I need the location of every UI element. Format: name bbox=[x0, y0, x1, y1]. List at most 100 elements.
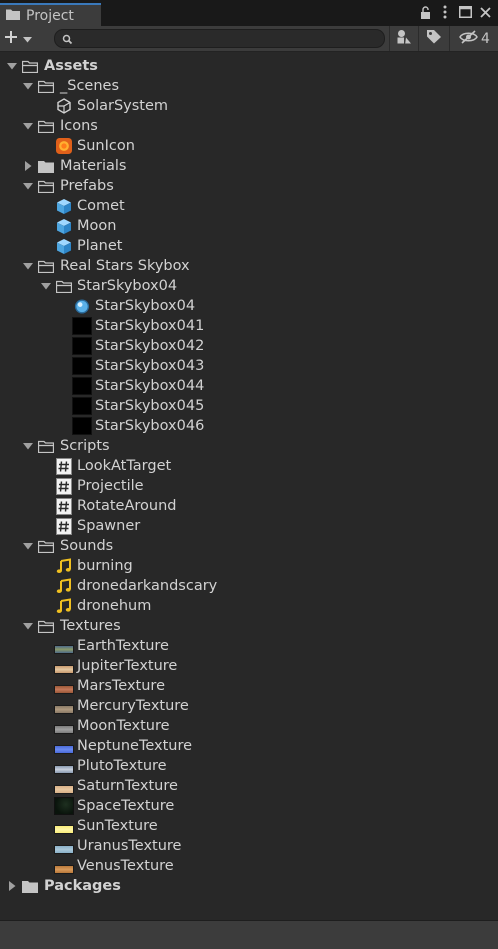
filter-by-type-icon bbox=[396, 29, 412, 49]
tree-item[interactable]: SunIcon bbox=[0, 136, 498, 156]
texture-thumbnail bbox=[72, 336, 92, 356]
tree-item[interactable]: Planet bbox=[0, 236, 498, 256]
expanded-arrow-icon[interactable] bbox=[40, 276, 52, 296]
tree-item[interactable]: _Scenes bbox=[0, 76, 498, 96]
create-asset-button[interactable] bbox=[4, 29, 42, 48]
tree-item[interactable]: Textures bbox=[0, 616, 498, 636]
collapsed-arrow-icon[interactable] bbox=[22, 156, 34, 176]
texture-thumbnail bbox=[54, 676, 74, 696]
texture-thumbnail bbox=[72, 396, 92, 416]
tree-item[interactable]: StarSkybox04 bbox=[0, 296, 498, 316]
tab-project[interactable]: Project bbox=[0, 3, 101, 26]
csharp-script-icon bbox=[56, 516, 72, 536]
search-input[interactable] bbox=[79, 30, 378, 49]
tree-item[interactable]: JupiterTexture bbox=[0, 656, 498, 676]
tree-item-label: StarSkybox046 bbox=[95, 418, 205, 434]
tree-item[interactable]: StarSkybox044 bbox=[0, 376, 498, 396]
expanded-arrow-icon[interactable] bbox=[22, 616, 34, 636]
tree-item-label: LookAtTarget bbox=[77, 458, 172, 474]
folder-open-icon bbox=[56, 276, 72, 296]
project-tree: Assets _Scenes SolarSystem Icons SunIcon Mate… bbox=[0, 56, 498, 896]
expanded-arrow-icon[interactable] bbox=[22, 176, 34, 196]
tree-item[interactable]: Icons bbox=[0, 116, 498, 136]
tree-item-label: VenusTexture bbox=[77, 858, 174, 874]
tree-item-label: StarSkybox041 bbox=[95, 318, 205, 334]
audio-note-icon bbox=[56, 576, 72, 596]
close-icon[interactable] bbox=[478, 5, 492, 19]
texture-thumbnail bbox=[54, 636, 74, 656]
search-field[interactable] bbox=[54, 29, 385, 49]
tree-item[interactable]: Moon bbox=[0, 216, 498, 236]
tree-item[interactable]: dronehum bbox=[0, 596, 498, 616]
tree-item[interactable]: VenusTexture bbox=[0, 856, 498, 876]
tree-item-label: Materials bbox=[60, 158, 127, 174]
tree-item[interactable]: NeptuneTexture bbox=[0, 736, 498, 756]
tree-item-label: dronehum bbox=[77, 598, 152, 614]
tree-item[interactable]: StarSkybox041 bbox=[0, 316, 498, 336]
tree-item[interactable]: burning bbox=[0, 556, 498, 576]
tree-item[interactable]: StarSkybox046 bbox=[0, 416, 498, 436]
texture-thumbnail bbox=[54, 756, 74, 776]
tree-item[interactable]: Materials bbox=[0, 156, 498, 176]
tree-item[interactable]: MercuryTexture bbox=[0, 696, 498, 716]
tree-item[interactable]: Spawner bbox=[0, 516, 498, 536]
csharp-script-icon bbox=[56, 496, 72, 516]
tree-item[interactable]: dronedarkandscary bbox=[0, 576, 498, 596]
folder-icon bbox=[6, 8, 20, 24]
tree-item[interactable]: MoonTexture bbox=[0, 716, 498, 736]
hidden-packages-count: 4 bbox=[481, 30, 490, 47]
material-sphere-icon bbox=[74, 296, 90, 316]
tree-item[interactable]: StarSkybox043 bbox=[0, 356, 498, 376]
tree-item-label: Sounds bbox=[60, 538, 114, 554]
search-by-label-button[interactable] bbox=[418, 26, 449, 51]
hidden-packages-toggle[interactable]: 4 bbox=[449, 26, 498, 51]
tree-item-label: StarSkybox042 bbox=[95, 338, 205, 354]
collapsed-arrow-icon[interactable] bbox=[6, 876, 18, 896]
search-by-type-button[interactable] bbox=[389, 26, 418, 51]
tree-item[interactable]: Prefabs bbox=[0, 176, 498, 196]
maximize-icon[interactable] bbox=[458, 5, 472, 19]
window-tab-bar: Project bbox=[0, 0, 498, 26]
expanded-arrow-icon[interactable] bbox=[22, 436, 34, 456]
tree-item[interactable]: SunTexture bbox=[0, 816, 498, 836]
tree-item[interactable]: SolarSystem bbox=[0, 96, 498, 116]
more-options-icon[interactable] bbox=[438, 5, 452, 19]
tree-item[interactable]: StarSkybox045 bbox=[0, 396, 498, 416]
expanded-arrow-icon[interactable] bbox=[22, 116, 34, 136]
expanded-arrow-icon[interactable] bbox=[22, 536, 34, 556]
tree-item[interactable]: PlutoTexture bbox=[0, 756, 498, 776]
texture-thumbnail bbox=[54, 696, 74, 716]
tree-item[interactable]: EarthTexture bbox=[0, 636, 498, 656]
texture-thumbnail bbox=[54, 716, 74, 736]
expanded-arrow-icon[interactable] bbox=[22, 76, 34, 96]
expanded-arrow-icon[interactable] bbox=[22, 256, 34, 276]
tree-item[interactable]: SpaceTexture bbox=[0, 796, 498, 816]
tree-item[interactable]: Comet bbox=[0, 196, 498, 216]
tree-item[interactable]: Packages bbox=[0, 876, 498, 896]
tree-item[interactable]: Assets bbox=[0, 56, 498, 76]
tree-item[interactable]: LookAtTarget bbox=[0, 456, 498, 476]
lock-icon[interactable] bbox=[418, 5, 432, 19]
tree-item[interactable]: RotateAround bbox=[0, 496, 498, 516]
texture-thumbnail bbox=[54, 836, 74, 856]
tree-item[interactable]: Real Stars Skybox bbox=[0, 256, 498, 276]
tree-item[interactable]: Sounds bbox=[0, 536, 498, 556]
tree-item[interactable]: SaturnTexture bbox=[0, 776, 498, 796]
tree-item[interactable]: StarSkybox042 bbox=[0, 336, 498, 356]
folder-open-icon bbox=[38, 176, 54, 196]
project-toolbar: 4 bbox=[0, 26, 498, 52]
tree-item-label: Textures bbox=[60, 618, 121, 634]
expanded-arrow-icon[interactable] bbox=[6, 56, 18, 76]
audio-note-icon bbox=[56, 596, 72, 616]
tree-item[interactable]: MarsTexture bbox=[0, 676, 498, 696]
tree-item[interactable]: UranusTexture bbox=[0, 836, 498, 856]
texture-thumbnail bbox=[72, 356, 92, 376]
prefab-cube-icon bbox=[56, 196, 72, 216]
tree-item-label: _Scenes bbox=[60, 78, 120, 94]
tree-item-label: StarSkybox04 bbox=[77, 278, 178, 294]
tree-item[interactable]: StarSkybox04 bbox=[0, 276, 498, 296]
tree-item[interactable]: Scripts bbox=[0, 436, 498, 456]
tree-item[interactable]: Projectile bbox=[0, 476, 498, 496]
texture-thumbnail bbox=[72, 416, 92, 436]
tree-item-label: Projectile bbox=[77, 478, 144, 494]
